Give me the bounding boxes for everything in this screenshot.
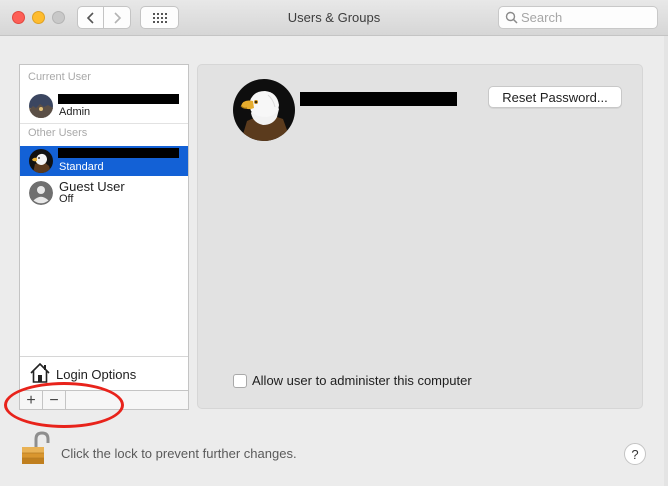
user-role: Admin xyxy=(59,106,91,118)
user-role: Standard xyxy=(59,161,104,173)
window-edge xyxy=(664,36,668,486)
user-name: Guest User xyxy=(59,179,125,194)
search-icon xyxy=(505,11,518,24)
user-detail-panel: Reset Password... Allow user to administ… xyxy=(197,64,643,409)
admin-checkbox-label: Allow user to administer this computer xyxy=(252,373,472,388)
current-user-header: Current User xyxy=(28,71,91,83)
login-options-label: Login Options xyxy=(56,367,137,382)
search-field[interactable] xyxy=(498,6,658,29)
redacted-name xyxy=(58,148,179,158)
section-divider xyxy=(20,123,188,124)
house-icon xyxy=(30,362,50,383)
lock-icon[interactable] xyxy=(19,430,53,469)
city-avatar-icon xyxy=(29,94,53,118)
user-row-guest[interactable]: Guest User Off xyxy=(20,178,188,208)
user-role: Off xyxy=(59,193,74,205)
admin-checkbox-row[interactable]: Allow user to administer this computer xyxy=(233,373,472,388)
other-users-header: Other Users xyxy=(28,127,88,139)
user-row-current[interactable]: Admin xyxy=(20,91,188,121)
user-row-selected[interactable]: Standard xyxy=(20,146,188,176)
eagle-avatar-icon[interactable] xyxy=(233,79,295,141)
user-list: Current User Admin Other Users Standard … xyxy=(19,64,189,410)
title-bar: Users & Groups xyxy=(0,0,668,36)
redacted-name xyxy=(58,94,179,104)
redacted-name xyxy=(300,92,457,106)
lock-message: Click the lock to prevent further change… xyxy=(61,446,297,461)
help-button[interactable]: ? xyxy=(624,443,646,465)
eagle-avatar-icon xyxy=(29,149,53,173)
guest-avatar-icon xyxy=(29,181,53,205)
annotation-circle xyxy=(4,382,124,428)
reset-password-button[interactable]: Reset Password... xyxy=(488,86,622,108)
search-input[interactable] xyxy=(521,9,651,26)
admin-checkbox[interactable] xyxy=(233,373,247,388)
